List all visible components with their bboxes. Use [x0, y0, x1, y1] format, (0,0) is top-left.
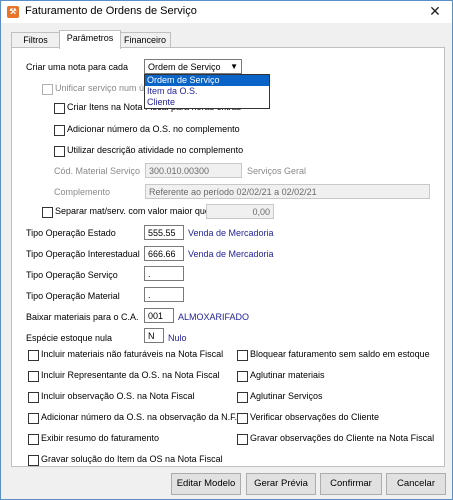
window-title: Faturamento de Ordens de Serviço [25, 5, 197, 17]
chevron-down-icon: ▼ [230, 62, 238, 71]
opt-left-5-label: Gravar solução do Item da OS na Nota Fis… [41, 454, 223, 464]
cod-material-label: Cód. Material Serviço [54, 166, 141, 176]
editar-modelo-button[interactable]: Editar Modelo [171, 473, 241, 495]
complemento-label: Complemento [54, 187, 111, 197]
criar-itens-checkbox[interactable] [54, 103, 65, 114]
op-estado-desc: Venda de Mercadoria [188, 228, 274, 238]
opt-left-1-checkbox[interactable] [28, 371, 39, 382]
criar-nota-label: Criar uma nota para cada [26, 62, 129, 72]
opt-left-3-checkbox[interactable] [28, 413, 39, 424]
op-inter-desc: Venda de Mercadoria [188, 249, 274, 259]
op-inter-label: Tipo Operação Interestadual [26, 249, 140, 259]
op-estado-field[interactable]: 555.55 [144, 225, 184, 240]
opt-right-1-checkbox[interactable] [237, 371, 248, 382]
adicionar-os-checkbox[interactable] [54, 125, 65, 136]
baixar-desc: ALMOXARIFADO [178, 312, 250, 322]
adicionar-os-label: Adicionar número da O.S. no complemento [67, 124, 240, 134]
cancelar-button[interactable]: Cancelar [386, 473, 446, 495]
op-material-label: Tipo Operação Material [26, 291, 120, 301]
utilizar-desc-checkbox[interactable] [54, 146, 65, 157]
dialog-window: ⚒ Faturamento de Ordens de Serviço ✕ Fil… [0, 0, 453, 500]
utilizar-desc-label: Utilizar descrição atividade no compleme… [67, 145, 244, 155]
opt-left-4-checkbox[interactable] [28, 434, 39, 445]
op-material-field[interactable]: . [144, 287, 184, 302]
especie-desc: Nulo [168, 333, 187, 343]
criar-nota-dropdown: Ordem de Serviço Item da O.S. Cliente [144, 74, 270, 109]
opt-right-4-checkbox[interactable] [237, 434, 248, 445]
op-estado-label: Tipo Operação Estado [26, 228, 116, 238]
app-icon: ⚒ [7, 6, 19, 18]
baixar-field[interactable]: 001 [144, 308, 174, 323]
baixar-label: Baixar materiais para o C.A. [26, 312, 139, 322]
especie-label: Espécie estoque nula [26, 333, 113, 343]
option-cliente[interactable]: Cliente [145, 97, 269, 108]
option-ordem-servico[interactable]: Ordem de Serviço [145, 75, 269, 86]
gerar-previa-button[interactable]: Gerar Prévia [246, 473, 316, 495]
opt-left-5-checkbox[interactable] [28, 455, 39, 466]
especie-field[interactable]: N [144, 328, 164, 343]
opt-left-4-label: Exibir resumo do faturamento [41, 433, 160, 443]
opt-left-3-label: Adicionar número da O.S. na observação d… [41, 412, 238, 422]
opt-left-1-label: Incluir Representante da O.S. na Nota Fi… [41, 370, 220, 380]
tab-filtros[interactable]: Filtros [11, 32, 60, 48]
opt-left-0-label: Incluir materiais não faturáveis na Nota… [41, 349, 224, 359]
opt-right-3-checkbox[interactable] [237, 413, 248, 424]
opt-right-0-checkbox[interactable] [237, 350, 248, 361]
cod-material-desc: Serviços Geral [247, 166, 307, 176]
separar-checkbox[interactable] [42, 207, 53, 218]
opt-right-2-label: Aglutinar Serviços [250, 391, 323, 401]
criar-nota-selected: Ordem de Serviço [148, 62, 221, 72]
tab-financeiro[interactable]: Financeiro [119, 32, 171, 48]
opt-right-1-label: Aglutinar materiais [250, 370, 325, 380]
op-inter-field[interactable]: 666.66 [144, 246, 184, 261]
opt-left-0-checkbox[interactable] [28, 350, 39, 361]
opt-right-2-checkbox[interactable] [237, 392, 248, 403]
title-bar: ⚒ Faturamento de Ordens de Serviço ✕ [1, 1, 452, 23]
op-servico-label: Tipo Operação Serviço [26, 270, 118, 280]
op-servico-field[interactable]: . [144, 266, 184, 281]
separar-value-field[interactable]: 0,00 [206, 204, 274, 219]
opt-right-4-label: Gravar observações do Cliente na Nota Fi… [250, 433, 435, 443]
tab-parametros[interactable]: Parâmetros [59, 30, 121, 49]
cod-material-field[interactable]: 300.010.00300 [145, 163, 242, 178]
close-button[interactable]: ✕ [420, 1, 450, 21]
separar-label: Separar mat/serv. com valor maior que [55, 206, 210, 216]
opt-left-2-label: Incluir observação O.S. na Nota Fiscal [41, 391, 195, 401]
option-item-os[interactable]: Item da O.S. [145, 86, 269, 97]
confirmar-button[interactable]: Confirmar [320, 473, 382, 495]
opt-right-3-label: Verificar observações do Cliente [250, 412, 380, 422]
unificar-checkbox[interactable] [42, 84, 53, 95]
opt-left-2-checkbox[interactable] [28, 392, 39, 403]
complemento-field[interactable]: Referente ao período 02/02/21 a 02/02/21 [145, 184, 430, 199]
criar-nota-select[interactable]: Ordem de Serviço ▼ [144, 59, 242, 74]
opt-right-0-label: Bloquear faturamento sem saldo em estoqu… [250, 349, 430, 359]
